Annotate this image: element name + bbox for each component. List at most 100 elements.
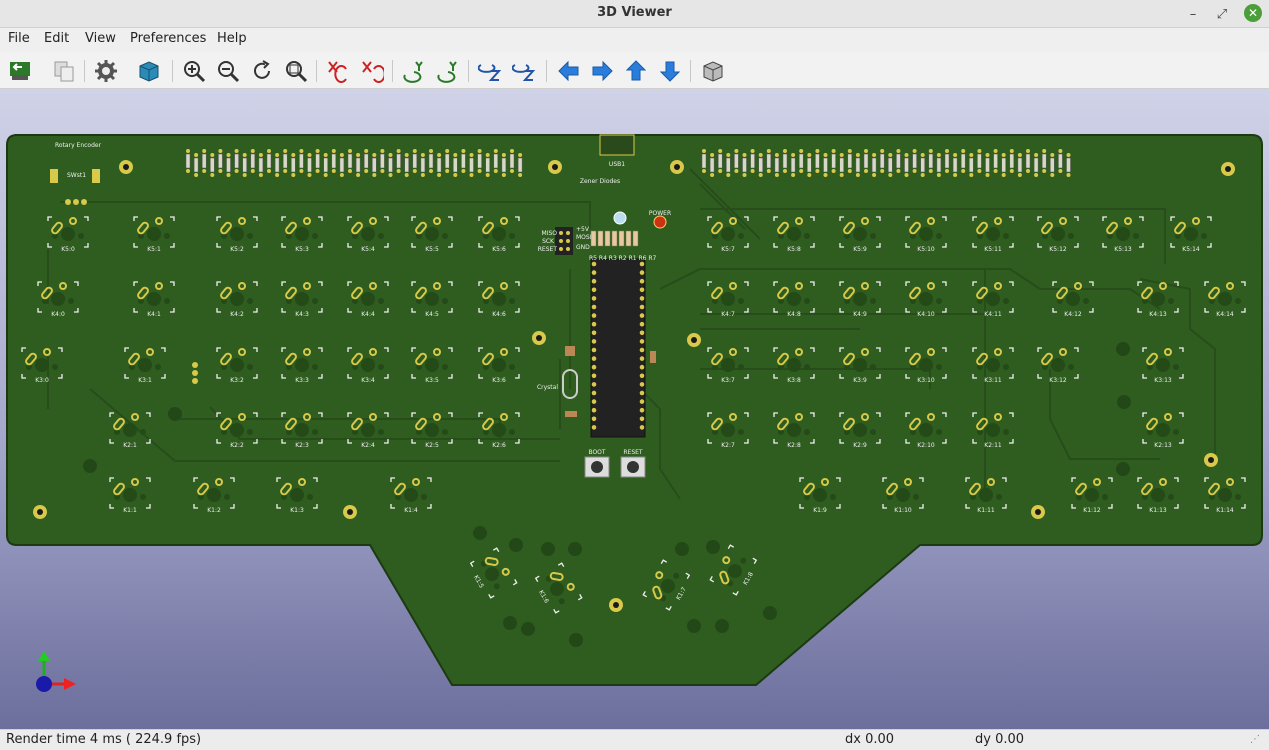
key-label: K3:6 [492, 377, 506, 384]
move-right-button[interactable] [588, 57, 616, 85]
key-label: K1:1 [123, 507, 137, 514]
menu-view[interactable]: View [85, 31, 116, 46]
key-label: K2:4 [361, 442, 375, 449]
key-label: K1:13 [1149, 507, 1167, 514]
redraw-button[interactable] [248, 57, 276, 85]
minimize-icon[interactable]: – [1183, 4, 1203, 24]
key-label: K5:13 [1114, 246, 1132, 253]
copy-icon [54, 61, 74, 82]
display-options-button[interactable] [92, 57, 120, 85]
key-label: K2:11 [984, 442, 1002, 449]
rotate-z-cw-button[interactable] [476, 57, 504, 85]
key-label: K2:1 [123, 442, 137, 449]
zoom-out-button[interactable] [214, 57, 242, 85]
render-time-text: Render time 4 ms ( 224.9 fps) [6, 732, 202, 747]
key-label: K4:12 [1064, 311, 1082, 318]
reset-button [620, 456, 646, 478]
reload-board-button[interactable] [6, 57, 34, 85]
key-label: K1:9 [813, 507, 827, 514]
ortho-cube-icon [703, 61, 723, 82]
toolbar [0, 52, 1269, 89]
key-label: K1:4 [404, 507, 418, 514]
encoder-pad [92, 169, 100, 183]
zoom-in-icon [184, 61, 206, 83]
key-label: K3:4 [361, 377, 375, 384]
key-label: K3:5 [425, 377, 439, 384]
key-label: K1:12 [1083, 507, 1101, 514]
rotate-x-ccw-icon [362, 61, 384, 83]
raytracing-button[interactable] [135, 57, 163, 85]
toggle-ortho-button[interactable] [699, 57, 727, 85]
key-label: K2:5 [425, 442, 439, 449]
zoom-in-button[interactable] [180, 57, 208, 85]
key-label: K5:4 [361, 246, 375, 253]
resistor [618, 230, 625, 247]
gnd-label: GND [576, 244, 590, 251]
key-label: K3:10 [917, 377, 935, 384]
key-label: K4:5 [425, 311, 439, 318]
rotate-y-ccw-button[interactable] [434, 57, 462, 85]
key-label: K4:10 [917, 311, 935, 318]
close-icon[interactable]: ✕ [1244, 4, 1262, 22]
resistor [590, 230, 597, 247]
key-label: K1:2 [207, 507, 221, 514]
menu-edit[interactable]: Edit [44, 31, 69, 46]
key-label: K5:11 [984, 246, 1002, 253]
menu-preferences[interactable]: Preferences [130, 31, 206, 46]
resistor [625, 230, 632, 247]
menu-help[interactable]: Help [217, 31, 247, 46]
encoder-pin [73, 199, 79, 205]
key-label: K4:7 [721, 311, 735, 318]
rotate-x-icon [328, 61, 347, 83]
key-label: K5:14 [1182, 246, 1200, 253]
dx-readout: dx 0.00 [845, 732, 895, 747]
key-label: K4:1 [147, 311, 161, 318]
menu-file[interactable]: File [8, 31, 30, 46]
key-label: K5:5 [425, 246, 439, 253]
maximize-icon[interactable]: ⤢ [1212, 4, 1232, 24]
mosi-label: MOSI [576, 234, 592, 241]
power-led-label: POWER [649, 210, 671, 217]
key-label: K3:8 [787, 377, 801, 384]
resistor [611, 230, 618, 247]
zoom-fit-icon [286, 61, 308, 83]
header-pin [192, 378, 198, 384]
encoder-pin [65, 199, 71, 205]
move-left-button[interactable] [555, 57, 583, 85]
key-label: K3:12 [1049, 377, 1067, 384]
isp-reset-label: RESET [538, 246, 558, 253]
resize-grip-icon[interactable]: ⋰ [1250, 734, 1260, 745]
3d-canvas[interactable]: K5:0 K5:1 K5:2 K5:3 K5:4 K5:5 K5:6 K5:7 K5:8 K5:9… [0, 89, 1269, 729]
copy-3d-image-button[interactable] [50, 57, 78, 85]
capacitor [565, 411, 577, 417]
key-label: K4:14 [1216, 311, 1234, 318]
rotate-z-ccw-button[interactable] [510, 57, 538, 85]
resistor [597, 230, 604, 247]
gear-icon [95, 60, 117, 82]
arrow-up-icon [625, 60, 647, 81]
key-label: K4:0 [51, 311, 65, 318]
rotary-encoder-label: Rotary Encoder [55, 142, 102, 149]
key-label: K5:6 [492, 246, 506, 253]
key-label: K4:3 [295, 311, 309, 318]
rotate-y-cw-button[interactable] [400, 57, 428, 85]
arrow-right-icon [592, 60, 613, 82]
rotate-x-ccw-button[interactable] [358, 57, 386, 85]
move-up-button[interactable] [622, 57, 650, 85]
isp-header [555, 227, 573, 255]
key-label: K2:6 [492, 442, 506, 449]
key-label: K3:7 [721, 377, 735, 384]
zoom-out-icon [218, 61, 240, 83]
key-label: K2:9 [853, 442, 867, 449]
key-label: K5:10 [917, 246, 935, 253]
rotate-x-cw-button[interactable] [324, 57, 352, 85]
move-down-button[interactable] [656, 57, 684, 85]
key-label: K2:13 [1154, 442, 1172, 449]
arrow-down-icon [659, 61, 681, 82]
zoom-fit-button[interactable] [282, 57, 310, 85]
key-label: K5:1 [147, 246, 161, 253]
key-label: K4:11 [984, 311, 1002, 318]
key-label: K5:7 [721, 246, 735, 253]
resistor [632, 230, 639, 247]
key-label: K2:10 [917, 442, 935, 449]
